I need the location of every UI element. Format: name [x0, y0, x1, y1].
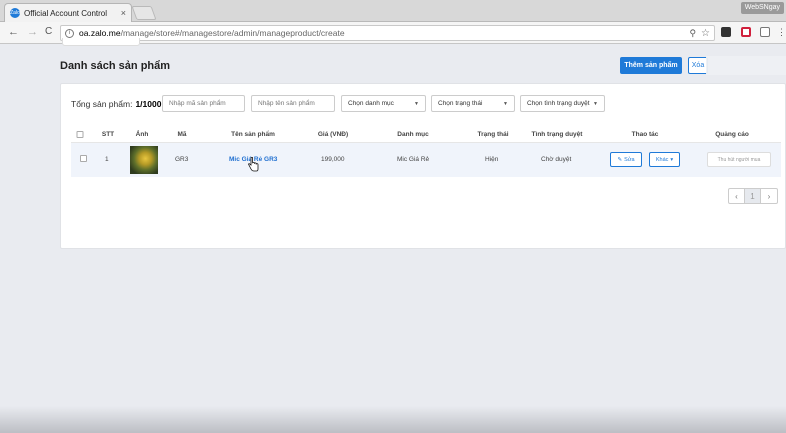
product-thumbnail[interactable]	[130, 146, 158, 174]
chevron-down-icon: ▼	[593, 100, 598, 107]
edit-button[interactable]: ✎ Sửa	[610, 152, 642, 167]
category-select[interactable]: Chọn danh mục ▼	[341, 95, 426, 112]
header-status: Trạng thái	[477, 131, 509, 138]
status-select[interactable]: Chọn trạng thái ▼	[431, 95, 515, 112]
video-extension-icon[interactable]	[741, 27, 751, 37]
ad-input[interactable]: Thu hút người mua	[707, 152, 771, 167]
info-icon[interactable]: i	[65, 28, 74, 38]
table-row: 1 GR3 Mic Giá Rẻ GR3 199,000 Mic Giá Rẻ …	[71, 143, 781, 177]
bookmark-star-icon[interactable]: ☆	[701, 28, 710, 39]
tab-close-icon[interactable]: ×	[121, 8, 126, 18]
browser-tab[interactable]: Zalo Official Account Control ×	[4, 3, 132, 22]
header-code: Mã	[177, 131, 187, 138]
row-price: 199,000	[321, 156, 345, 163]
hand-cursor-icon	[248, 157, 259, 172]
status-select-label: Chọn trạng thái	[438, 100, 483, 107]
total-label: Tổng sản phẩm:	[71, 99, 133, 109]
product-name-input[interactable]: Nhập tên sản phẩm	[251, 95, 335, 112]
product-list-card: Tổng sản phẩm: 1/1000 Nhập mã sản phẩm N…	[60, 83, 786, 249]
page-title: Danh sách sản phẩm	[60, 60, 171, 72]
review-select-label: Chọn tình trạng duyệt	[527, 100, 590, 107]
select-all-checkbox[interactable]	[76, 131, 84, 138]
tab-title: Official Account Control	[24, 8, 108, 18]
row-checkbox[interactable]	[80, 155, 87, 162]
more-actions-button[interactable]: Khác ▾	[649, 152, 680, 167]
back-arrow-icon[interactable]: ←	[8, 26, 19, 38]
category-select-label: Chọn danh mục	[348, 100, 394, 107]
browser-tab-bar: Zalo Official Account Control × WebSNgay	[0, 0, 786, 22]
product-code-input[interactable]: Nhập mã sản phẩm	[162, 95, 245, 112]
table-header: STT Ảnh Mã Tên sản phẩm Giá (VNĐ) Danh m…	[71, 127, 781, 143]
new-tab-button[interactable]	[131, 6, 157, 20]
url-domain: oa.zalo.me	[79, 28, 121, 38]
forward-arrow-icon[interactable]: →	[27, 26, 38, 38]
chevron-down-icon: ▼	[503, 100, 508, 107]
blurred-area	[706, 56, 786, 75]
delete-button[interactable]: Xóa	[688, 57, 708, 74]
review-status-select[interactable]: Chọn tình trạng duyệt ▼	[520, 95, 605, 112]
bottom-shadow	[0, 406, 786, 433]
next-page-button[interactable]: ›	[761, 189, 777, 203]
camera-extension-icon[interactable]	[760, 27, 770, 37]
zoom-icon[interactable]: ⚲	[689, 28, 696, 39]
top-partial-element	[62, 38, 140, 46]
header-name: Tên sản phẩm	[231, 131, 275, 138]
more-label: Khác	[655, 156, 669, 163]
url-text: oa.zalo.me/manage/store#/managestore/adm…	[79, 28, 345, 38]
url-path: /manage/store#/managestore/admin/managep…	[120, 28, 345, 38]
row-status: Hiện	[485, 156, 499, 163]
pencil-icon: ✎	[617, 156, 623, 163]
reload-icon[interactable]: C	[45, 26, 52, 37]
row-review: Chờ duyệt	[541, 156, 572, 163]
profile-badge[interactable]: WebSNgay	[740, 2, 784, 14]
product-table: STT Ảnh Mã Tên sản phẩm Giá (VNĐ) Danh m…	[71, 127, 781, 177]
header-stt: STT	[101, 131, 115, 138]
address-bar[interactable]: i oa.zalo.me/manage/store#/managestore/a…	[60, 25, 715, 41]
row-code: GR3	[175, 156, 189, 163]
header-ads: Quảng cáo	[715, 131, 749, 138]
prev-page-button[interactable]: ‹	[729, 189, 745, 203]
header-category: Danh mục	[397, 131, 429, 138]
row-category: Mic Giá Rẻ	[397, 156, 430, 163]
edit-label: Sửa	[624, 156, 635, 163]
add-product-button[interactable]: Thêm sản phẩm	[620, 57, 682, 74]
zalo-favicon-icon: Zalo	[10, 8, 20, 18]
row-stt: 1	[105, 156, 109, 163]
header-actions: Thao tác	[631, 131, 659, 138]
page-1-button[interactable]: 1	[745, 189, 761, 203]
header-review: Tình trạng duyệt	[531, 131, 583, 138]
pagination: ‹ 1 ›	[728, 188, 778, 204]
chevron-down-icon: ▼	[414, 100, 419, 107]
menu-dots-icon[interactable]: ⋮	[777, 27, 786, 38]
page-content: Danh sách sản phẩm Thêm sản phẩm Xóa Tổn…	[0, 38, 786, 433]
total-value: 1/1000	[135, 99, 162, 109]
header-price: Giá (VNĐ)	[317, 131, 349, 138]
total-products: Tổng sản phẩm: 1/1000	[71, 99, 161, 109]
chevron-down-icon: ▾	[670, 156, 674, 163]
film-extension-icon[interactable]	[721, 27, 731, 37]
header-image: Ảnh	[135, 131, 149, 138]
